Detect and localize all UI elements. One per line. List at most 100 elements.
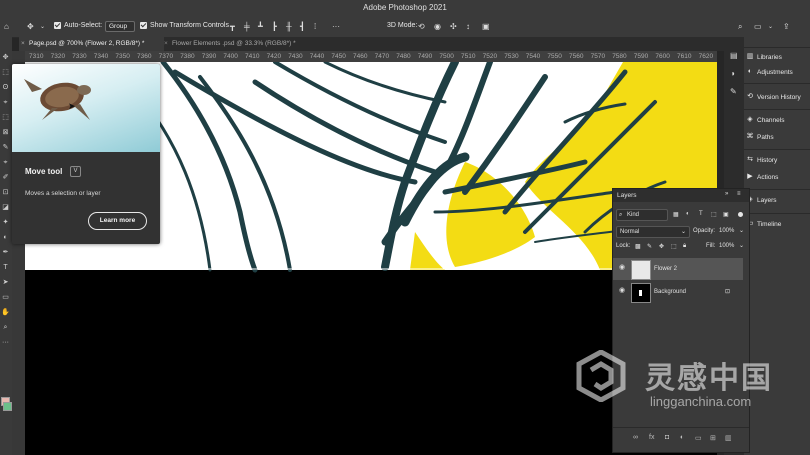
ruler-tick-label: 7460 [353,53,368,60]
filter-pixel-icon[interactable]: ▦ [673,211,679,218]
delete-layer-icon[interactable]: ▥ [725,434,732,442]
move-tool-icon[interactable]: ✥ [27,22,34,32]
chevron-down-icon[interactable]: ⌄ [40,22,45,32]
layer-style-icon[interactable]: fx [649,434,654,441]
panel-icon-1[interactable]: ▤ [730,51,738,60]
layer-row-flower-2[interactable]: ◉ Flower 2 [613,258,743,280]
tool-icon[interactable]: ◪ [1,203,10,212]
panel-actions[interactable]: Actions [757,174,778,181]
panel-history[interactable]: History [757,157,777,164]
link-layers-icon[interactable]: ∞ [633,434,638,441]
tool-icon[interactable]: ʘ [1,83,10,92]
chevron-down-icon: ⌄ [681,229,687,235]
share-icon[interactable]: ⇪ [783,22,790,32]
layer-name[interactable]: Background [654,289,686,295]
visibility-eye-icon[interactable]: ◉ [619,264,627,271]
collapse-icon[interactable]: » [725,191,728,197]
panel-channels[interactable]: Channels [757,117,784,124]
3d-slide-icon[interactable]: ↕ [466,22,470,32]
align-center-icon[interactable]: ╫ [286,22,292,32]
layer-thumbnail [631,260,651,280]
lock-transparency-icon[interactable]: ▩ [635,243,641,250]
tool-icon[interactable]: ⌕ [1,323,10,332]
fill-value[interactable]: 100% [719,243,734,249]
new-group-icon[interactable]: ▭ [695,434,702,442]
3d-orbit-icon[interactable]: ⟲ [418,22,425,32]
new-layer-icon[interactable]: ⊞ [710,434,716,442]
tool-icon[interactable]: ··· [1,338,10,347]
close-icon[interactable]: × [21,37,25,51]
panel-menu-icon[interactable]: ≡ [737,191,741,197]
tool-icon[interactable]: ▭ [1,293,10,302]
panel-icon-3[interactable]: ✎ [730,87,737,96]
lock-all-icon[interactable]: 🔒︎ [683,243,686,250]
layer-row-background[interactable]: ◉ Background ⊡ [613,281,743,303]
align-left-icon[interactable]: ┣ [272,22,277,32]
panel-version-history[interactable]: Version History [757,94,801,101]
opacity-value[interactable]: 100% [719,228,734,234]
panel-libraries[interactable]: Libraries [757,54,782,61]
filter-shape-icon[interactable]: ⬚ [711,211,717,218]
tool-icon[interactable]: ✎ [1,143,10,152]
filter-smart-object-icon[interactable]: ▣ [723,211,729,218]
horizontal-ruler[interactable]: 7310 7320 7330 7340 7350 7360 7370 7380 7390 7400… [25,51,717,62]
align-top-icon[interactable]: ┳ [230,22,235,32]
background-color-swatch[interactable] [3,402,12,411]
show-transform-checkbox[interactable] [140,22,147,29]
auto-select-checkbox[interactable] [54,22,61,29]
filter-toggle[interactable] [738,212,743,217]
layer-name[interactable]: Flower 2 [654,266,677,272]
panel-adjustments[interactable]: Adjustments [757,69,793,76]
filter-kind-select[interactable]: ⌕ Kind [616,209,668,221]
learn-more-button[interactable]: Learn more [88,212,147,230]
tool-icon[interactable]: ⬚ [1,68,10,77]
lock-artboard-icon[interactable]: ⬚ [671,243,677,250]
new-adjustment-icon[interactable]: ◐ [680,434,684,441]
close-icon[interactable]: × [164,37,168,51]
show-transform-label: Show Transform Controls [150,22,229,29]
search-icon[interactable]: ⌕ [738,22,742,32]
tool-icon[interactable]: ⊡ [1,188,10,197]
align-right-icon[interactable]: ┫ [300,22,305,32]
ruler-tick-label: 7450 [331,53,346,60]
3d-pan-icon[interactable]: ✣ [450,22,457,32]
adjustments-icon: ◐ [747,68,753,75]
chevron-down-icon[interactable]: ⌄ [739,242,744,249]
workspace-chevron-icon[interactable]: ⌄ [768,22,773,32]
lock-position-icon[interactable]: ✥ [659,243,664,250]
tool-icon[interactable]: ✐ [1,173,10,182]
tool-icon[interactable]: ✦ [1,218,10,227]
3d-roll-icon[interactable]: ◉ [434,22,441,32]
blend-mode-select[interactable]: Normal ⌄ [616,226,690,238]
align-middle-icon[interactable]: ╪ [244,22,250,32]
visibility-eye-icon[interactable]: ◉ [619,287,627,294]
tool-icon[interactable]: ➤ [1,278,10,287]
distribute-icon[interactable]: ⁞ [314,22,316,32]
align-bottom-icon[interactable]: ┻ [258,22,263,32]
tool-icon[interactable]: ⌖ [1,98,10,107]
panel-paths[interactable]: Paths [757,134,774,141]
home-icon[interactable]: ⌂ [4,22,9,32]
tool-icon[interactable]: ✋ [1,308,10,317]
tool-icon[interactable]: ⬚ [1,113,10,122]
workspace-icon[interactable]: ▭ [754,22,762,32]
more-options-icon[interactable]: ··· [332,22,340,32]
panel-timeline[interactable]: Timeline [757,221,781,228]
panel-layers[interactable]: Layers [757,197,777,204]
lock-pixels-icon[interactable]: ✎ [647,243,652,250]
tab-flower-elements[interactable]: × Flower Elements .psd @ 33.3% (RGB/8*) … [164,37,334,51]
tab-page-psd[interactable]: × Page.psd @ 700% (Flower 2, RGB/8*) * [19,37,164,51]
chevron-down-icon[interactable]: ⌄ [739,227,744,234]
panel-icon-2[interactable]: ◑ [730,69,735,78]
tool-icon[interactable]: T [1,263,10,272]
3d-scale-icon[interactable]: ▣ [482,22,490,32]
tool-icon[interactable]: ✥ [1,53,10,62]
tool-icon[interactable]: ⊠ [1,128,10,137]
tool-icon[interactable]: ⌖ [1,158,10,167]
tool-icon[interactable]: ◐ [1,233,10,242]
auto-select-dropdown[interactable]: Group [105,21,135,32]
filter-type-icon[interactable]: T [699,211,703,217]
tool-icon[interactable]: ✒ [1,248,10,257]
add-mask-icon[interactable]: ◘ [665,434,669,441]
filter-adjustment-icon[interactable]: ◐ [686,211,690,217]
